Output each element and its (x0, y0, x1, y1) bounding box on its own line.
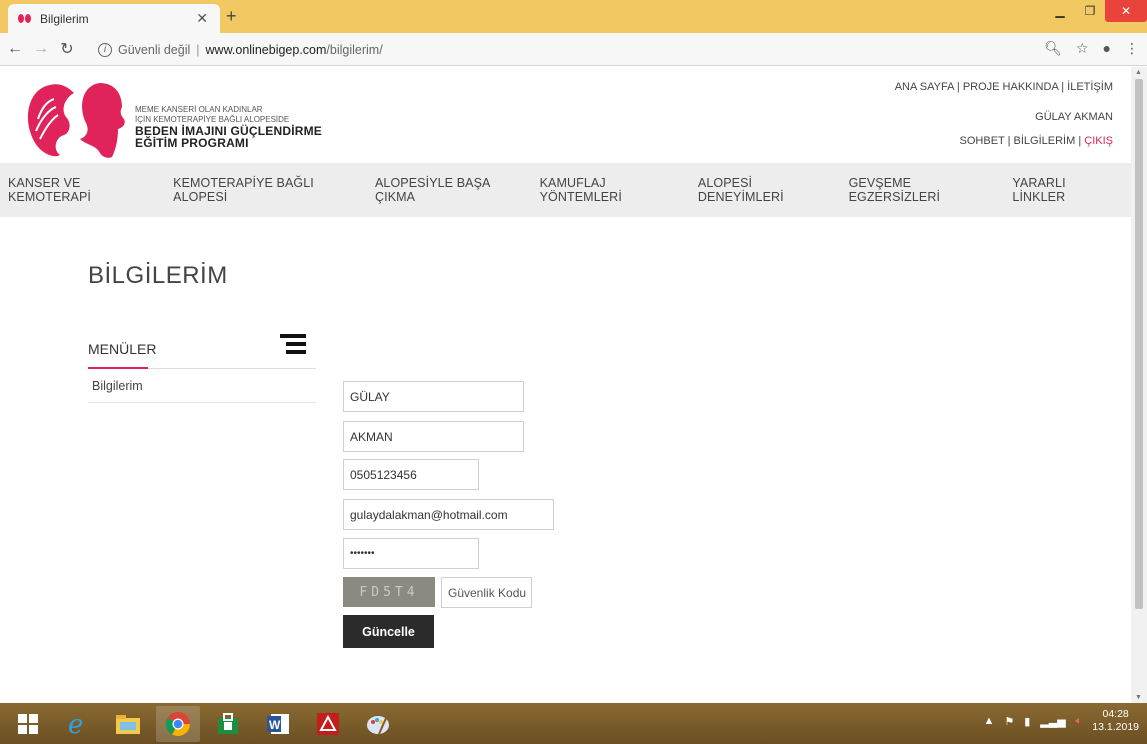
reload-icon[interactable]: ↻ (56, 39, 78, 59)
word-icon[interactable]: W (256, 706, 300, 742)
clock[interactable]: 04:28 13.1.2019 (1092, 708, 1139, 734)
link-about[interactable]: PROJE HAKKINDA (963, 81, 1058, 93)
tray-expand-icon[interactable]: ▲ (983, 715, 994, 727)
window-close-icon[interactable]: ✕ (1105, 0, 1147, 22)
toolbar-right-icons: 🔍︎ ☆ ● ⋮ (1044, 40, 1139, 57)
restore-icon[interactable]: ❐ (1075, 0, 1105, 22)
zoom-icon[interactable]: 🔍︎ (1044, 40, 1062, 57)
update-button[interactable]: Güncelle (343, 615, 434, 648)
chrome-icon[interactable] (156, 705, 200, 742)
clock-date: 13.1.2019 (1092, 721, 1139, 733)
last-name-field[interactable]: AKMAN (343, 421, 524, 452)
internet-explorer-icon[interactable]: e (56, 706, 100, 742)
menu-item-bilgilerim[interactable]: Bilgilerim (92, 379, 143, 393)
scroll-down-icon[interactable]: ▼ (1135, 694, 1142, 701)
minimize-icon[interactable]: ▁ (1045, 0, 1075, 22)
url-host: www.onlinebigep.com (205, 42, 327, 57)
web-page: MEME KANSERİ OLAN KADINLAR İÇİN KEMOTERA… (0, 67, 1131, 703)
link-contact[interactable]: İLETİŞİM (1067, 81, 1113, 93)
signal-icon[interactable]: ▂▃▅ (1040, 715, 1065, 728)
url-path: /bilgilerim/ (326, 42, 383, 57)
address-toolbar: ← → ↻ i Güvenli değil | www.onlinebigep.… (0, 33, 1147, 66)
first-name-field[interactable]: GÜLAY (343, 381, 524, 412)
acrobat-icon[interactable] (306, 706, 350, 742)
close-tab-icon[interactable]: ✕ (196, 10, 208, 27)
url-bar[interactable]: i Güvenli değil | www.onlinebigep.com/bi… (98, 37, 1088, 62)
info-icon[interactable]: i (98, 42, 112, 57)
menu-header: MENÜLER (88, 341, 157, 357)
user-links: SOHBET | BİLGİLERİM | ÇIKIŞ (959, 135, 1113, 147)
flag-icon[interactable]: ⚑ (1004, 715, 1014, 728)
nav-item-camouflage[interactable]: KAMUFLAJ YÖNTEMLERİ (540, 176, 683, 204)
link-logout[interactable]: ÇIKIŞ (1084, 135, 1113, 147)
nav-item-cancer-chemo[interactable]: KANSER VE KEMOTERAPİ (8, 176, 158, 204)
svg-text:W: W (269, 718, 281, 732)
email-field[interactable]: gulaydalakman@hotmail.com (343, 499, 554, 530)
nav-item-useful-links[interactable]: YARARLI LİNKLER (1012, 176, 1116, 204)
clock-time: 04:28 (1102, 708, 1129, 720)
top-links: ANA SAYFA | PROJE HAKKINDA | İLETİŞİM (894, 81, 1113, 93)
hamburger-menu-icon[interactable] (280, 334, 306, 358)
brand-line-4: EĞİTİM PROGRAMI (135, 136, 249, 150)
back-icon[interactable]: ← (4, 40, 26, 58)
security-label: Güvenli değil (118, 42, 191, 57)
taskbar: e W ▲ ⚑ ▮ ▂▃▅ 🔈︎ 04:28 13.1.2019 (0, 703, 1147, 744)
browser-tabbar: Bilgilerim ✕ + ▁ ❐ ✕ (0, 0, 1147, 33)
svg-text:e: e (68, 711, 83, 737)
security-code-field[interactable]: Güvenlik Kodu (441, 577, 532, 608)
brand-line-1: MEME KANSERİ OLAN KADINLAR (135, 105, 263, 114)
menu-divider (88, 367, 316, 369)
page-scrollbar[interactable]: ▲ ▼ (1131, 67, 1147, 703)
link-home[interactable]: ANA SAYFA (895, 81, 954, 93)
captcha-image: FD5T4 (343, 577, 435, 607)
file-explorer-icon[interactable] (106, 706, 150, 742)
browser-tab[interactable]: Bilgilerim ✕ (8, 4, 220, 33)
windows-start-icon[interactable] (6, 706, 50, 742)
site-favicon-icon (18, 12, 32, 26)
phone-field[interactable]: 0505123456 (343, 459, 479, 490)
scroll-up-icon[interactable]: ▲ (1135, 69, 1142, 76)
network-icon[interactable]: ▮ (1024, 715, 1030, 728)
window-controls: ▁ ❐ ✕ (1045, 0, 1147, 24)
new-tab-button[interactable]: + (226, 6, 237, 27)
bookmark-star-icon[interactable]: ☆ (1076, 40, 1089, 57)
system-tray: ▲ ⚑ ▮ ▂▃▅ 🔈︎ 04:28 13.1.2019 (983, 708, 1139, 734)
tab-title: Bilgilerim (40, 11, 89, 26)
menu-item-divider (88, 402, 316, 403)
store-icon[interactable] (206, 706, 250, 742)
volume-icon[interactable]: 🔈︎ (1076, 715, 1083, 728)
paint-icon[interactable] (356, 706, 400, 742)
nav-item-coping[interactable]: ALOPESİYLE BAŞA ÇIKMA (375, 176, 525, 204)
logo-icon[interactable] (20, 79, 130, 159)
password-field[interactable]: ••••••• (343, 538, 479, 569)
link-chat[interactable]: SOHBET (960, 135, 1005, 147)
main-nav: KANSER VE KEMOTERAPİ KEMOTERAPİYE BAĞLI … (0, 163, 1131, 217)
nav-item-relaxation[interactable]: GEVŞEME EGZERSİZLERİ (849, 176, 998, 204)
nav-item-experiences[interactable]: ALOPESİ DENEYİMLERİ (698, 176, 834, 204)
url-separator: | (196, 42, 200, 57)
brand-text: MEME KANSERİ OLAN KADINLAR İÇİN KEMOTERA… (135, 105, 322, 149)
link-my-info[interactable]: BİLGİLERİM (1014, 135, 1076, 147)
menu-dots-icon[interactable]: ⋮ (1125, 40, 1139, 57)
forward-icon[interactable]: → (30, 40, 52, 58)
page-title: BİLGİLERİM (88, 262, 228, 289)
scroll-thumb[interactable] (1135, 79, 1143, 609)
profile-icon[interactable]: ● (1103, 40, 1111, 57)
nav-item-chemo-alopecia[interactable]: KEMOTERAPİYE BAĞLI ALOPESİ (173, 176, 360, 204)
user-name: GÜLAY AKMAN (1035, 111, 1113, 123)
